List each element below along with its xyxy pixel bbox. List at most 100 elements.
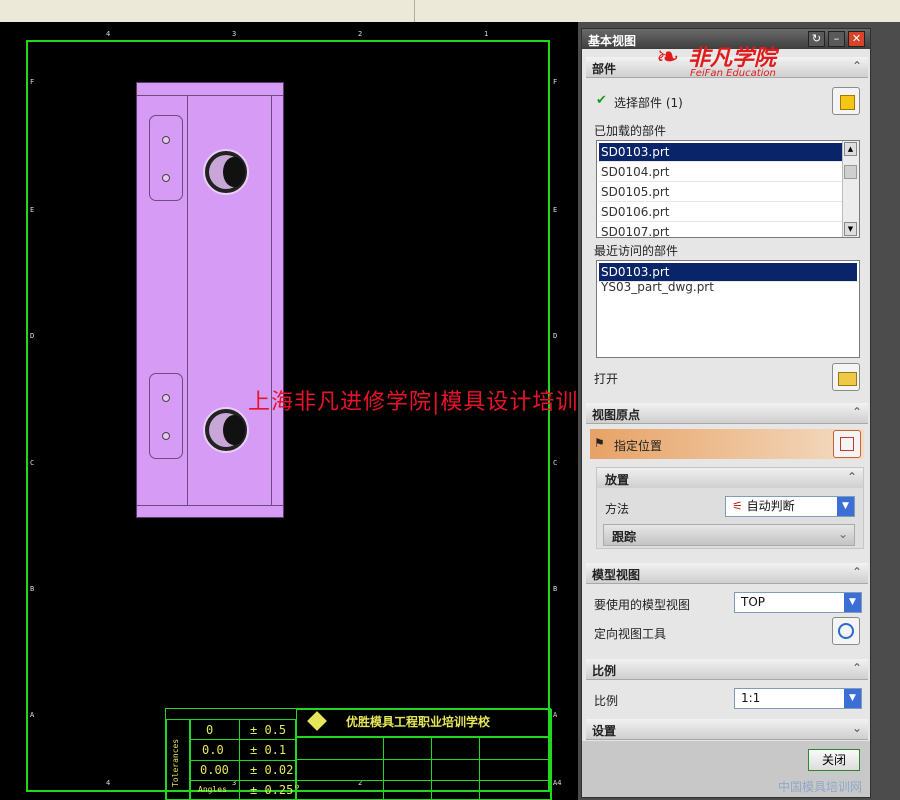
track-header[interactable]: 跟踪 ⌄ [603,524,855,546]
watermark-text: 上海非凡进修学院|模具设计培训 [248,390,578,415]
chevron-down-icon[interactable]: ▼ [844,593,861,612]
tolerance-caption: Tolerances [171,738,180,787]
screw-hole [162,394,170,402]
part-top-view[interactable] [136,82,284,518]
top-toolbar [0,0,900,23]
zone-label-top: 2 [358,30,363,38]
drawing-sheet-border [26,40,550,792]
scale-label: 比例 [594,694,619,708]
settings-title: 设置 [592,724,617,738]
zone-label-left: F [30,78,35,86]
cube-icon [840,95,855,110]
method-dropdown[interactable]: ⚟ 自动判断 ▼ [725,496,855,517]
loaded-parts-label: 已加载的部件 [594,124,667,138]
drawing-canvas[interactable]: 4 3 2 1 4 3 2 A4 F E D C B A F E D C B A… [0,22,578,800]
toolbar-segment [0,0,415,22]
list-scrollbar[interactable]: ▲ ▼ [842,141,859,237]
zone-label-left: D [30,332,35,340]
method-label: 方法 [605,502,630,516]
scale-dropdown[interactable]: 1:1 ▼ [734,688,862,709]
zone-label-right: A [553,711,558,719]
close-button[interactable]: 关闭 [808,749,860,771]
model-view-dropdown[interactable]: TOP ▼ [734,592,862,613]
placement-header[interactable]: 放置 ⌃ [597,468,863,488]
flag-icon: ⚑ [594,436,605,450]
specify-location-row[interactable]: ⚑ 指定位置 [590,429,864,459]
loaded-parts-list[interactable]: SD0103.prt SD0104.prt SD0105.prt SD0106.… [596,140,860,238]
model-view-title: 模型视图 [592,568,641,582]
bore-hole [203,407,249,453]
chevron-down-icon[interactable]: ▼ [837,497,854,516]
zone-label-left: C [30,459,35,467]
scale-value: 1:1 [741,691,761,705]
list-item[interactable]: SD0105.prt [599,183,842,202]
zone-label-bottom: 4 [106,779,111,787]
orient-view-icon [838,623,854,639]
orient-view-label: 定向视图工具 [594,627,667,641]
collapse-icon[interactable]: ⌃ [852,565,862,579]
collapse-icon[interactable]: ⌃ [847,470,857,484]
tolerance-value: 0 [206,723,214,737]
screw-hole [162,136,170,144]
close-icon[interactable]: ✕ [848,31,865,47]
open-label: 打开 [594,372,619,386]
part-edge [137,505,283,506]
specify-location-label: 指定位置 [614,439,663,453]
list-item[interactable]: SD0104.prt [599,163,842,182]
reset-icon[interactable]: ↻ [808,31,825,47]
model-view-section-header[interactable]: 模型视图 ⌃ [586,563,868,584]
view-origin-title: 视图原点 [592,408,641,422]
sheet-size-label: A4 [553,779,562,787]
part-section-title: 部件 [592,62,617,76]
screw-hole [162,174,170,182]
zone-label-right: D [553,332,558,340]
brand-leaf-icon: ❧ [656,40,680,73]
tolerance-range: ± 0.5 [250,723,287,737]
footer-watermark: 中国模具培训网 [778,780,863,794]
toolbar-segment [414,0,900,22]
list-item[interactable]: YS03_part_dwg.prt [599,278,857,297]
orient-view-button[interactable] [832,617,860,645]
point-icon [840,437,854,451]
track-title: 跟踪 [612,530,637,544]
select-part-label[interactable]: 选择部件 (1) [614,94,683,111]
part-edge [187,95,188,506]
recent-parts-label: 最近访问的部件 [594,244,679,258]
dialog-title: 基本视图 [588,34,637,48]
expand-icon[interactable]: ⌄ [852,721,862,735]
list-item[interactable]: SD0106.prt [599,203,842,222]
tolerance-range: ± 0.1 [250,743,287,757]
collapse-icon[interactable]: ⌃ [852,405,862,419]
part-edge [271,95,272,506]
zone-label-right: E [553,206,558,214]
counterbore-slot [149,373,183,459]
minimize-icon[interactable]: – [828,31,845,47]
zone-label-right: F [553,78,558,86]
select-part-button[interactable] [832,87,860,115]
model-view-value: TOP [741,595,766,609]
collapse-icon[interactable]: ⌃ [852,661,862,675]
scroll-up-icon[interactable]: ▲ [844,142,857,156]
scale-section-header[interactable]: 比例 ⌃ [586,659,868,680]
method-icon: ⚟ [732,499,747,513]
scale-title: 比例 [592,664,617,678]
scroll-thumb[interactable] [844,165,857,179]
collapse-icon[interactable]: ⌃ [852,59,862,73]
expand-icon[interactable]: ⌄ [838,527,848,541]
list-item[interactable]: SD0103.prt [599,143,842,162]
specify-location-button[interactable] [833,430,861,458]
screw-hole [162,432,170,440]
view-origin-section-header[interactable]: 视图原点 ⌃ [586,403,868,424]
recent-parts-list[interactable]: SD0103.prt YS03_part_dwg.prt [596,260,860,358]
title-block: Tolerances 0 ± 0.5 0.0 ± 0.1 0.00 ± 0.02… [165,708,552,800]
chevron-down-icon[interactable]: ▼ [844,689,861,708]
dialog-panel-area: 基本视图 ↻ – ✕ 部件 ⌃ ✔ 选择部件 (1) 已加载的部件 SD0103… [578,22,900,800]
basic-view-dialog: 基本视图 ↻ – ✕ 部件 ⌃ ✔ 选择部件 (1) 已加载的部件 SD0103… [581,28,871,798]
zone-label-right: C [553,459,558,467]
settings-section-header[interactable]: 设置 ⌄ [586,719,868,740]
open-part-button[interactable] [832,363,860,391]
scroll-down-icon[interactable]: ▼ [844,222,857,236]
counterbore-slot [149,115,183,201]
zone-label-top: 3 [232,30,237,38]
list-item[interactable]: SD0107.prt [599,223,842,237]
